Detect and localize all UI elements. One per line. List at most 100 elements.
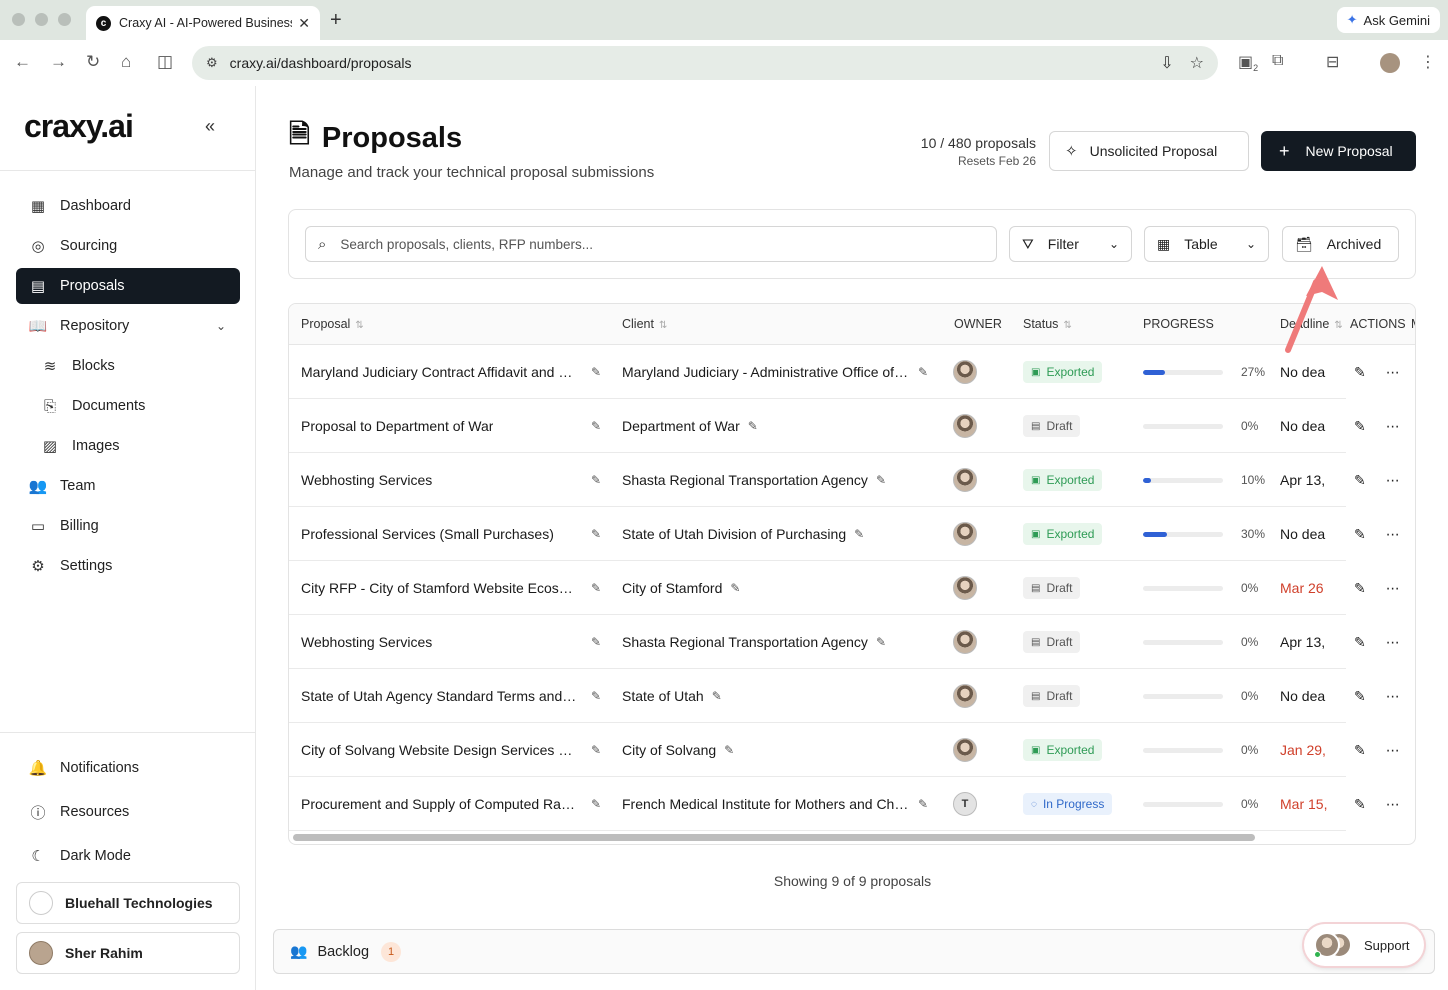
client-name[interactable]: French Medical Institute for Mothers and… [622,796,910,812]
more-options-icon[interactable]: ⋯ [1386,418,1400,435]
horizontal-scrollbar[interactable] [293,834,1255,841]
forward-icon[interactable]: → [50,52,67,72]
address-bar[interactable]: ⚙ craxy.ai/dashboard/proposals ⇩ ☆ [192,46,1218,80]
avatar[interactable] [953,738,977,762]
avatar[interactable]: T [953,792,977,816]
sidebar-item-proposals[interactable]: ▤ Proposals [16,268,240,304]
edit-icon[interactable]: ✎ [591,743,601,757]
window-zoom-button[interactable] [58,13,71,26]
proposal-name[interactable]: Procurement and Supply of Computed Radio… [301,796,577,812]
backlog-panel[interactable]: 👥 Backlog 1 [273,929,1435,974]
split-view-icon[interactable]: ◫ [157,52,173,72]
proposal-cell[interactable]: State of Utah Agency Standard Terms and … [301,669,601,723]
edit-icon[interactable]: ✎ [854,527,864,541]
edit-icon[interactable]: ✎ [876,473,886,487]
edit-proposal-icon[interactable]: ✎ [1354,634,1366,651]
edit-icon[interactable]: ✎ [724,743,734,757]
proposal-cell[interactable]: Maryland Judiciary Contract Affidavit an… [301,345,601,399]
reading-list-icon[interactable]: ⊟ [1326,52,1339,72]
client-name[interactable]: Maryland Judiciary - Administrative Offi… [622,364,910,380]
bookmark-star-icon[interactable]: ☆ [1190,53,1204,73]
column-header-deadline[interactable]: Deadline ⇅ [1280,317,1343,331]
client-cell[interactable]: Department of War ✎ [622,399,932,453]
client-cell[interactable]: Maryland Judiciary - Administrative Offi… [622,345,932,399]
edit-icon[interactable]: ✎ [591,797,601,811]
more-options-icon[interactable]: ⋯ [1386,796,1400,813]
avatar[interactable] [953,468,977,492]
edit-icon[interactable]: ✎ [876,635,886,649]
avatar[interactable] [953,684,977,708]
table-row[interactable]: State of Utah Agency Standard Terms and … [289,669,1415,723]
chevron-down-icon[interactable]: ⌄ [216,319,226,333]
sidebar-item-repository[interactable]: 📖 Repository ⌄ [16,308,240,344]
edit-icon[interactable]: ✎ [591,419,601,433]
proposal-cell[interactable]: Procurement and Supply of Computed Radio… [301,777,601,831]
table-row[interactable]: City RFP - City of Stamford Website Ecos… [289,561,1415,615]
close-tab-icon[interactable]: ✕ [298,15,310,32]
proposal-cell[interactable]: Webhosting Services ✎ [301,615,601,669]
back-icon[interactable]: ← [14,52,31,72]
edit-icon[interactable]: ✎ [591,365,601,379]
edit-proposal-icon[interactable]: ✎ [1354,364,1366,381]
reload-icon[interactable]: ↻ [86,52,100,72]
more-options-icon[interactable]: ⋯ [1386,634,1400,651]
more-options-icon[interactable]: ⋯ [1386,472,1400,489]
client-cell[interactable]: Shasta Regional Transportation Agency ✎ [622,453,932,507]
table-row[interactable]: Webhosting Services ✎ Shasta Regional Tr… [289,453,1415,507]
sidebar-item-images[interactable]: ▨ Images [28,428,240,464]
filter-dropdown[interactable]: ⛛ Filter ⌄ [1009,226,1132,262]
table-row[interactable]: Professional Services (Small Purchases) … [289,507,1415,561]
sidebar-item-settings[interactable]: ⚙ Settings [16,548,240,584]
edit-proposal-icon[interactable]: ✎ [1354,418,1366,435]
client-cell[interactable]: City of Solvang ✎ [622,723,932,777]
more-options-icon[interactable]: ⋯ [1386,742,1400,759]
home-icon[interactable]: ⌂ [121,52,131,72]
edit-proposal-icon[interactable]: ✎ [1354,796,1366,813]
edit-icon[interactable]: ✎ [918,797,928,811]
sidebar-item-dark-mode[interactable]: ☾ Dark Mode [16,838,240,874]
sidebar-item-documents[interactable]: ⎘ Documents [28,388,240,424]
proposal-name[interactable]: Webhosting Services [301,634,432,650]
extensions-puzzle-icon[interactable]: ⧉ [1272,52,1283,70]
search-input[interactable] [340,236,941,252]
client-name[interactable]: State of Utah [622,688,704,704]
edit-proposal-icon[interactable]: ✎ [1354,688,1366,705]
profile-avatar[interactable] [1380,53,1400,73]
client-name[interactable]: City of Stamford [622,580,722,596]
sidebar-item-resources[interactable]: ⓘ Resources [16,794,240,830]
column-header-proposal[interactable]: Proposal ⇅ [301,317,364,331]
edit-icon[interactable]: ✎ [591,527,601,541]
proposal-name[interactable]: City RFP - City of Stamford Website Ecos… [301,580,577,596]
ask-gemini-button[interactable]: ✦ Ask Gemini [1336,7,1440,33]
install-app-icon[interactable]: ⇩ [1160,53,1173,73]
avatar[interactable] [953,522,977,546]
proposal-name[interactable]: State of Utah Agency Standard Terms and … [301,688,577,704]
edit-icon[interactable]: ✎ [730,581,740,595]
edit-icon[interactable]: ✎ [591,473,601,487]
sidebar-item-dashboard[interactable]: ▦ Dashboard [16,188,240,224]
more-options-icon[interactable]: ⋯ [1386,364,1400,381]
proposal-name[interactable]: Maryland Judiciary Contract Affidavit an… [301,364,577,380]
proposal-name[interactable]: Webhosting Services [301,472,432,488]
proposal-name[interactable]: Proposal to Department of War [301,418,493,434]
browser-tab[interactable]: c Craxy AI - AI-Powered Business ✕ [86,6,320,40]
client-name[interactable]: Department of War [622,418,740,434]
sidebar-item-team[interactable]: 👥 Team [16,468,240,504]
table-row[interactable]: Maryland Judiciary Contract Affidavit an… [289,345,1415,399]
edit-icon[interactable]: ✎ [712,689,722,703]
edit-proposal-icon[interactable]: ✎ [1354,526,1366,543]
edit-proposal-icon[interactable]: ✎ [1354,472,1366,489]
proposal-cell[interactable]: Professional Services (Small Purchases) … [301,507,601,561]
user-menu[interactable]: Sher Rahim [16,932,240,974]
client-name[interactable]: Shasta Regional Transportation Agency [622,634,868,650]
new-tab-icon[interactable]: + [330,9,342,32]
more-options-icon[interactable]: ⋯ [1386,688,1400,705]
site-settings-icon[interactable]: ⚙ [206,55,218,71]
edit-icon[interactable]: ✎ [591,635,601,649]
window-close-button[interactable] [12,13,25,26]
avatar[interactable] [953,576,977,600]
proposal-cell[interactable]: Webhosting Services ✎ [301,453,601,507]
client-cell[interactable]: State of Utah Division of Purchasing ✎ [622,507,932,561]
client-name[interactable]: City of Solvang [622,742,716,758]
edit-proposal-icon[interactable]: ✎ [1354,742,1366,759]
